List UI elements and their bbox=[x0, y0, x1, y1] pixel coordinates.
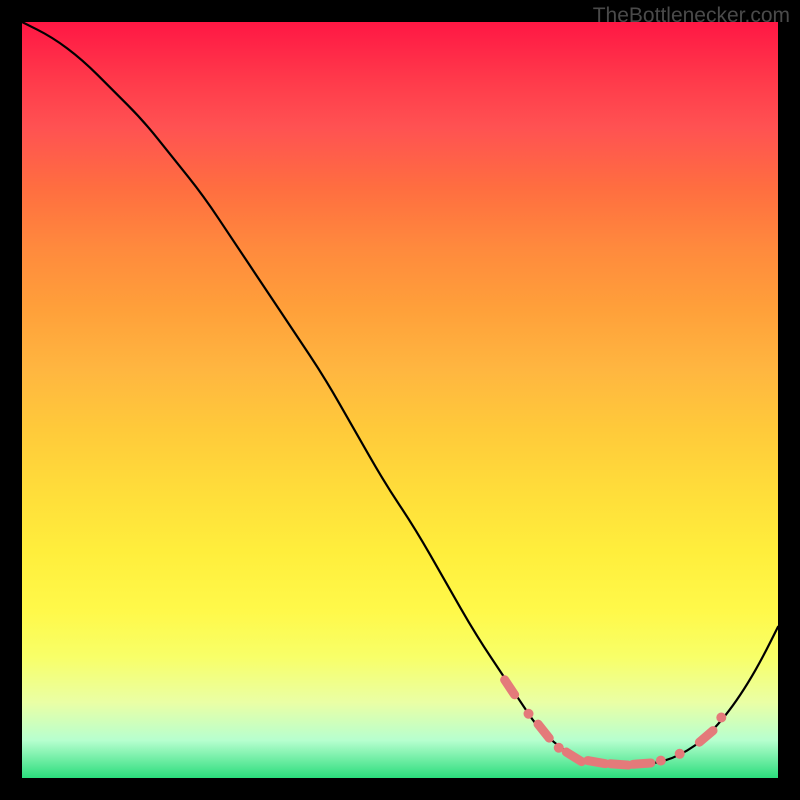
watermark-text: TheBottlenecker.com bbox=[593, 4, 790, 28]
plot-area bbox=[22, 22, 778, 778]
gradient-background bbox=[22, 22, 778, 778]
chart-frame: TheBottlenecker.com bbox=[0, 0, 800, 800]
